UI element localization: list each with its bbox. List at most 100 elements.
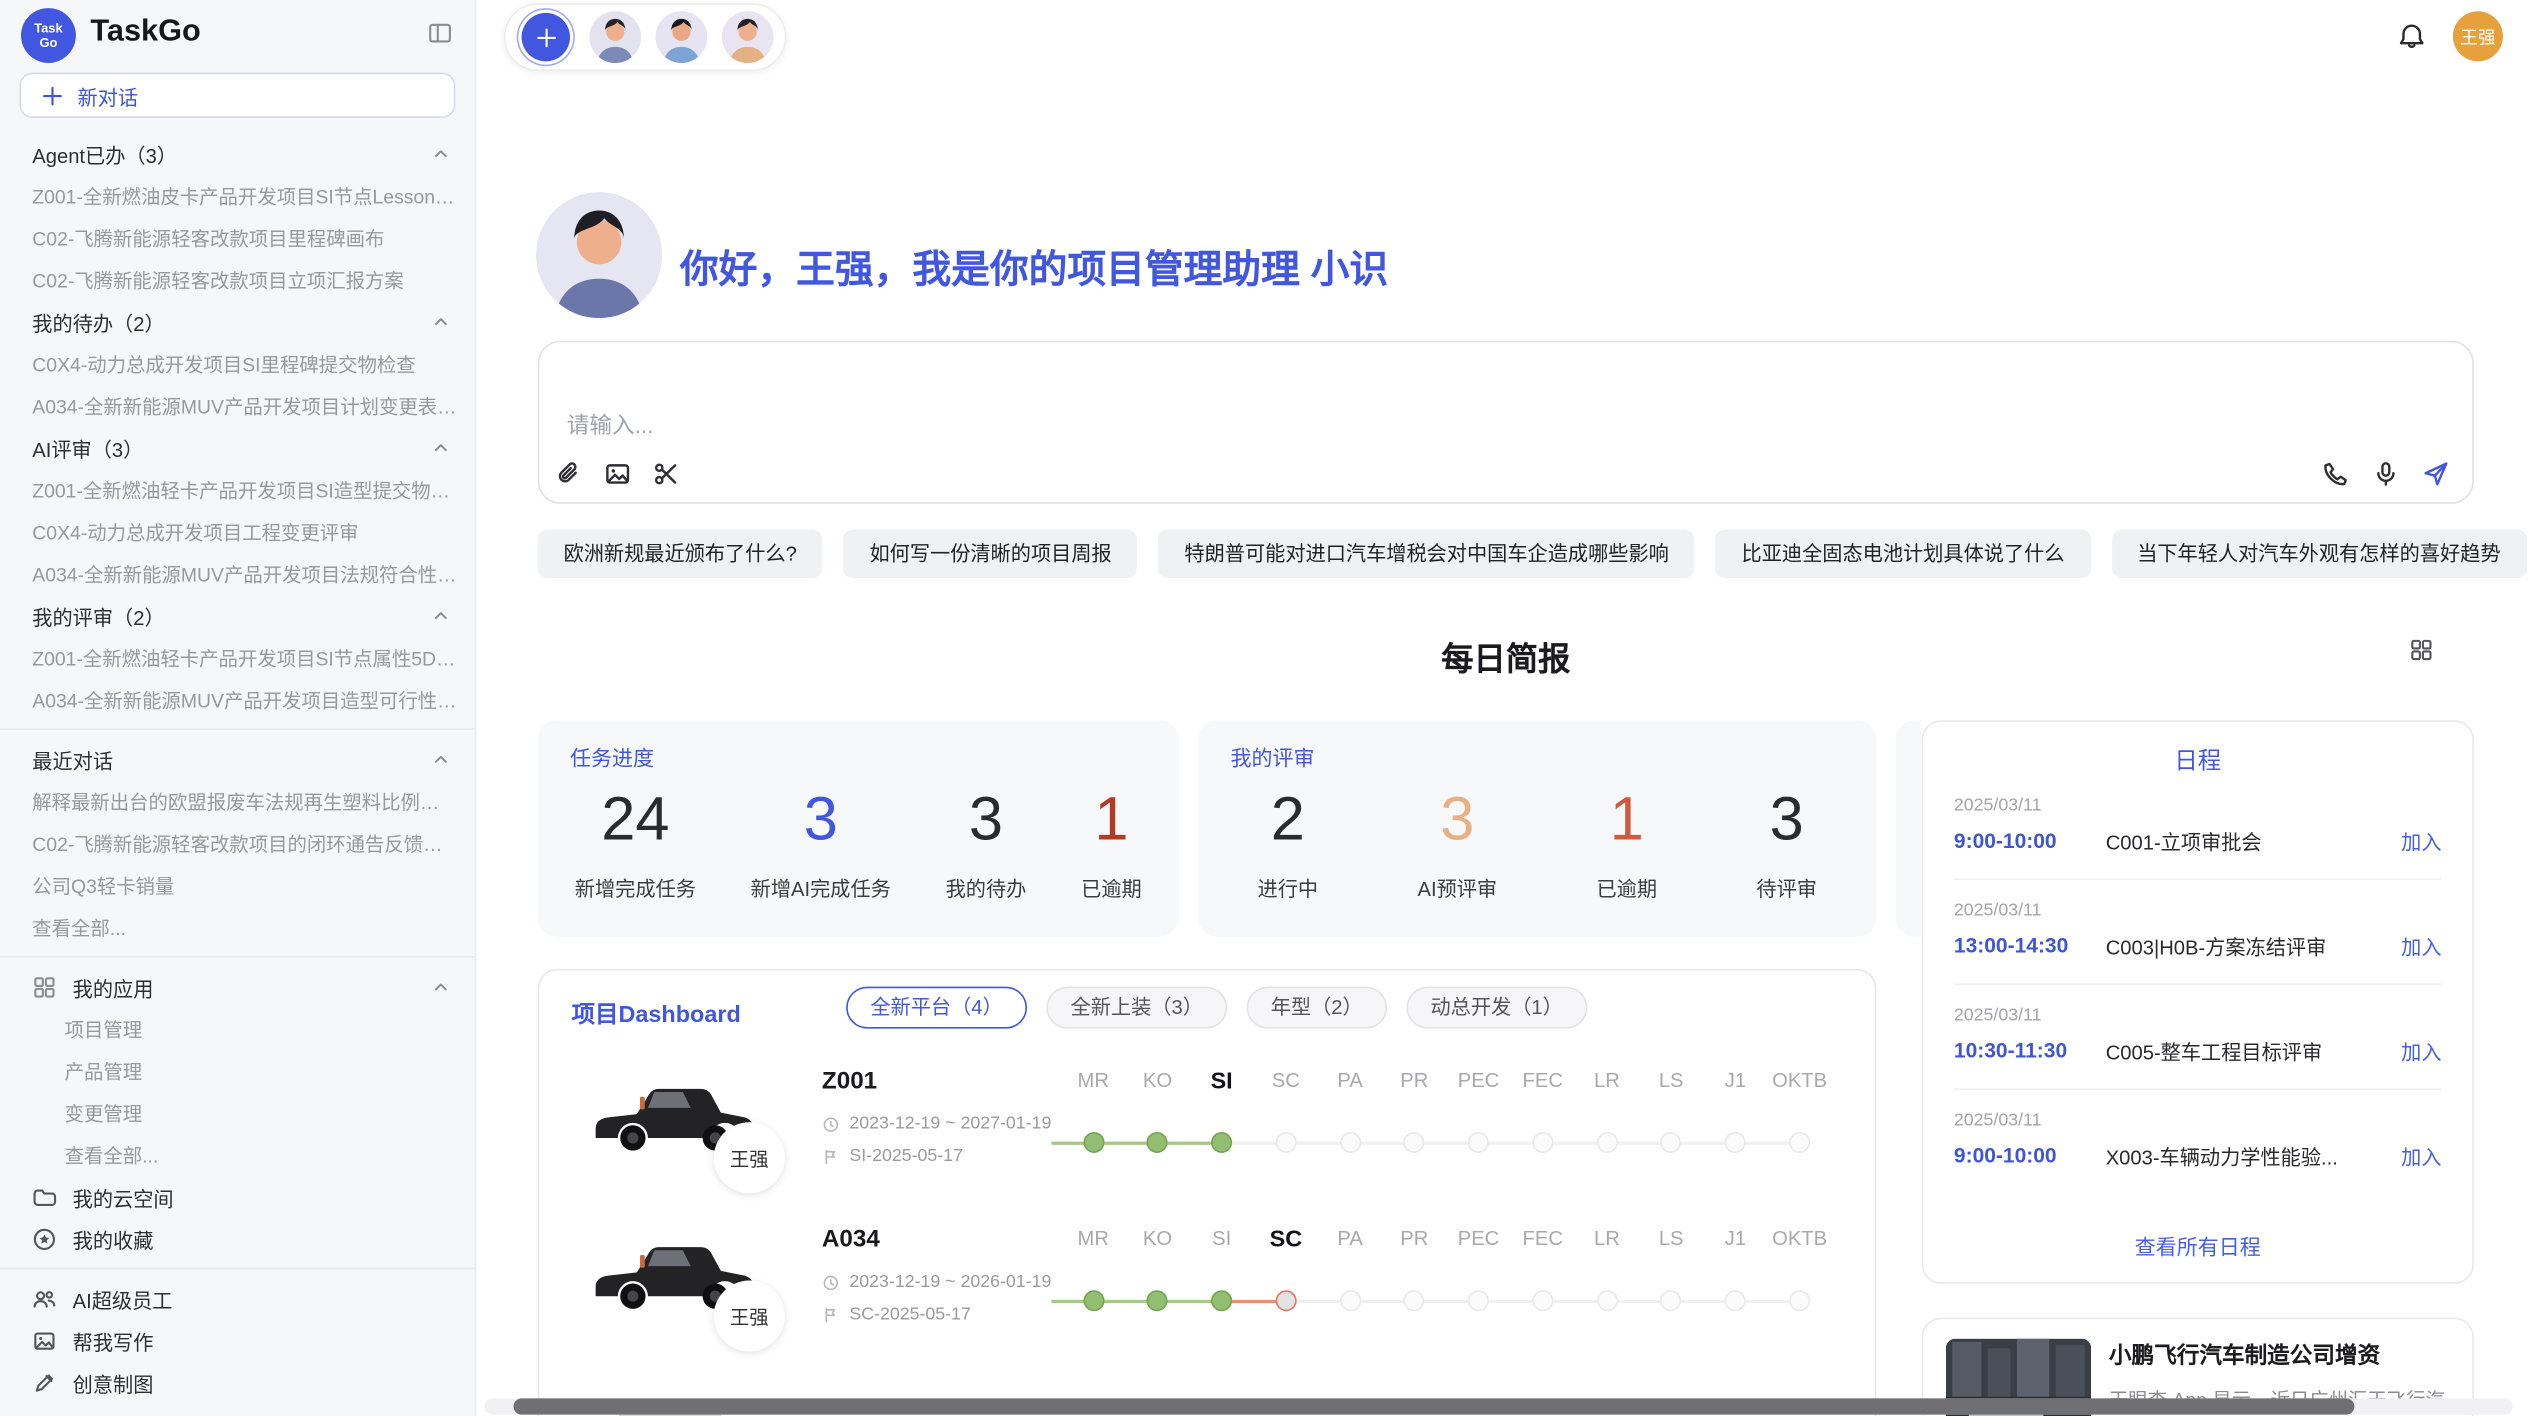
- schedule-item-date: 2025/03/11: [1954, 901, 2442, 920]
- sidebar-collapse-icon[interactable]: [428, 21, 452, 45]
- schedule-join-link[interactable]: 加入: [2401, 1140, 2441, 1171]
- schedule-item-row: 9:00-10:00C001-立项审批会加入: [1954, 825, 2442, 856]
- sidebar-item-label: 我的云空间: [73, 1181, 174, 1212]
- chevron-up-icon[interactable]: [430, 604, 453, 627]
- sidebar-list-item[interactable]: Z001-全新燃油轻卡产品开发项目SI造型提交物评审: [0, 468, 475, 510]
- plus-icon: [534, 25, 558, 49]
- sidebar-list-item[interactable]: 查看全部...: [0, 1134, 475, 1176]
- sidebar-item-label: A034-全新新能源MUV产品开发项目法规符合性评审: [32, 560, 458, 587]
- schedule-item-row: 10:30-11:30C005-整车工程目标评审加入: [1954, 1035, 2442, 1066]
- sidebar-list-item[interactable]: C0X4-动力总成开发项目工程变更评审: [0, 510, 475, 552]
- sidebar-list-item[interactable]: 查看全部...: [0, 906, 475, 948]
- sidebar-list-item[interactable]: 项目管理: [0, 1008, 475, 1050]
- project-date-range: 2023-12-19 ~ 2027-01-19: [822, 1114, 1051, 1133]
- agent-avatar-3[interactable]: [722, 11, 774, 63]
- horizontal-scrollbar-thumb[interactable]: [514, 1398, 2355, 1414]
- snippet-scissors-icon[interactable]: [652, 460, 679, 487]
- project-owner-badge: 王强: [714, 1122, 785, 1193]
- sidebar-list-item[interactable]: 产品管理: [0, 1050, 475, 1092]
- schedule-join-link[interactable]: 加入: [2401, 930, 2441, 961]
- sidebar-list-item[interactable]: C02-飞腾新能源轻客改款项目里程碑画布: [0, 216, 475, 258]
- sidebar-item-my-cloud-space[interactable]: 我的云空间: [0, 1176, 475, 1218]
- sidebar-item-label: C02-飞腾新能源轻客改款项目立项汇报方案: [32, 266, 403, 293]
- stat-item: 1已逾期: [1081, 788, 1142, 903]
- voice-call-icon[interactable]: [2322, 460, 2349, 487]
- user-avatar[interactable]: 王强: [2453, 11, 2503, 61]
- sidebar-section-my-apps[interactable]: 我的应用: [0, 966, 475, 1008]
- folder-icon: [32, 1184, 56, 1208]
- project-date-range: 2023-12-19 ~ 2026-01-19: [822, 1272, 1051, 1291]
- dashboard-filter-1[interactable]: 全新上装（3）: [1046, 987, 1227, 1029]
- milestone-dot-SC: [1275, 1132, 1296, 1153]
- sidebar-item-label: Z001-全新燃油轻卡产品开发项目SI节点属性5D文件评审: [32, 643, 458, 670]
- suggestion-chip-1[interactable]: 如何写一份清晰的项目周报: [844, 530, 1138, 578]
- app-title: TaskGo: [90, 15, 200, 51]
- microphone-icon[interactable]: [2372, 460, 2399, 487]
- sidebar-item-help-me-write[interactable]: 帮我写作: [0, 1319, 475, 1361]
- dashboard-filter-3[interactable]: 动总开发（1）: [1406, 987, 1587, 1029]
- chat-input[interactable]: 请输入...: [538, 341, 2474, 504]
- sidebar-section-3[interactable]: 我的评审（2）: [0, 594, 475, 636]
- suggestion-chip-2[interactable]: 特朗普可能对进口汽车增税会对中国车企造成哪些影响: [1159, 530, 1695, 578]
- sidebar-section-my-apps-label: 我的应用: [73, 971, 430, 1002]
- chevron-up-icon[interactable]: [430, 142, 453, 165]
- schedule-item-title: X003-车辆动力学性能验...: [2106, 1140, 2401, 1171]
- send-icon[interactable]: [2422, 460, 2449, 487]
- add-agent-button[interactable]: [522, 13, 570, 61]
- sidebar-item-ai-super-staff[interactable]: AI超级员工: [0, 1277, 475, 1319]
- agent-avatar-1[interactable]: [589, 11, 641, 63]
- milestone-dot-PA: [1340, 1290, 1361, 1311]
- suggestion-chip-3[interactable]: 比亚迪全固态电池计划具体说了什么: [1716, 530, 2091, 578]
- milestone-dot-LS: [1661, 1132, 1682, 1153]
- sidebar-list-item[interactable]: 公司Q3轻卡销量: [0, 864, 475, 906]
- briefing-layout-grid-icon[interactable]: [2409, 638, 2433, 662]
- sidebar-list-item[interactable]: Z001-全新燃油轻卡产品开发项目SI节点属性5D文件评审: [0, 636, 475, 678]
- schedule-join-link[interactable]: 加入: [2401, 1035, 2441, 1066]
- dashboard-filter-0[interactable]: 全新平台（4）: [846, 987, 1027, 1029]
- chevron-up-icon[interactable]: [430, 748, 453, 771]
- sidebar-item-label: C02-飞腾新能源轻客改款项目的闭环通告反馈情况: [32, 829, 458, 856]
- milestone-dot-LS: [1661, 1290, 1682, 1311]
- sidebar-item-label: 查看全部...: [32, 913, 126, 940]
- stat-row: 2进行中3AI预评审1已逾期3待评审: [1208, 788, 1867, 903]
- sidebar-section-0[interactable]: Agent已办（3）: [0, 132, 475, 174]
- stat-item: 3新增AI完成任务: [751, 788, 891, 903]
- milestone-dot-OKTB: [1789, 1290, 1810, 1311]
- chevron-up-icon[interactable]: [430, 975, 453, 998]
- sidebar-list-item[interactable]: 解释最新出台的欧盟报废车法规再生塑料比例被调至15%...: [0, 780, 475, 822]
- sidebar-list-item[interactable]: 变更管理: [0, 1092, 475, 1134]
- sidebar-list-item[interactable]: A034-全新新能源MUV产品开发项目造型可行性评审: [0, 678, 475, 720]
- view-all-schedule-link[interactable]: 查看所有日程: [1923, 1230, 2472, 1261]
- sidebar-item-label: Z001-全新燃油轻卡产品开发项目SI造型提交物评审: [32, 476, 458, 503]
- new-chat-button[interactable]: 新对话: [19, 73, 455, 118]
- sidebar-list-item[interactable]: A034-全新新能源MUV产品开发项目法规符合性评审: [0, 552, 475, 594]
- sidebar-list-item[interactable]: C02-飞腾新能源轻客改款项目的闭环通告反馈情况: [0, 822, 475, 864]
- sidebar-section-recent[interactable]: 最近对话: [0, 738, 475, 780]
- sidebar-item-my-favorites[interactable]: 我的收藏: [0, 1218, 475, 1260]
- suggestion-chip-0[interactable]: 欧洲新规最近颁布了什么?: [538, 530, 823, 578]
- sidebar-section-2[interactable]: AI评审（3）: [0, 426, 475, 468]
- agent-avatar-2[interactable]: [656, 11, 708, 63]
- sidebar-list-item[interactable]: Z001-全新燃油皮卡产品开发项目SI节点Lesson Learn报告: [0, 174, 475, 216]
- sidebar: Task Go TaskGo 新对话 Agent已办（3）Z001-全新燃油皮卡…: [0, 0, 476, 1416]
- suggestion-chip-4[interactable]: 当下年轻人对汽车外观有怎样的喜好趋势: [2111, 530, 2526, 578]
- sidebar-section-3-label: 我的评审（2）: [32, 600, 429, 631]
- stat-value: 24: [575, 788, 696, 853]
- stat-row: 24新增完成任务3新增AI完成任务3我的待办1已逾期: [547, 788, 1169, 903]
- attachment-icon[interactable]: [555, 460, 582, 487]
- sidebar-item-label: A034-全新新能源MUV产品开发项目造型可行性评审: [32, 685, 458, 712]
- chevron-up-icon[interactable]: [430, 310, 453, 333]
- sidebar-section-1[interactable]: 我的待办（2）: [0, 300, 475, 342]
- sidebar-item-creative-drawing[interactable]: 创意制图: [0, 1361, 475, 1403]
- milestone-dot-PEC: [1468, 1290, 1489, 1311]
- schedule-join-link[interactable]: 加入: [2401, 825, 2441, 856]
- sidebar-list-item[interactable]: A034-全新新能源MUV产品开发项目计划变更表编写: [0, 384, 475, 426]
- sidebar-list-item[interactable]: C02-飞腾新能源轻客改款项目立项汇报方案: [0, 258, 475, 300]
- sidebar-item-label: 创意制图: [73, 1367, 154, 1398]
- notification-bell-icon[interactable]: [2398, 23, 2425, 50]
- milestone-dot-KO: [1147, 1132, 1168, 1153]
- sidebar-list-item[interactable]: C0X4-动力总成开发项目SI里程碑提交物检查: [0, 342, 475, 384]
- chevron-up-icon[interactable]: [430, 436, 453, 459]
- insert-image-icon[interactable]: [604, 460, 631, 487]
- dashboard-filter-2[interactable]: 年型（2）: [1246, 987, 1386, 1029]
